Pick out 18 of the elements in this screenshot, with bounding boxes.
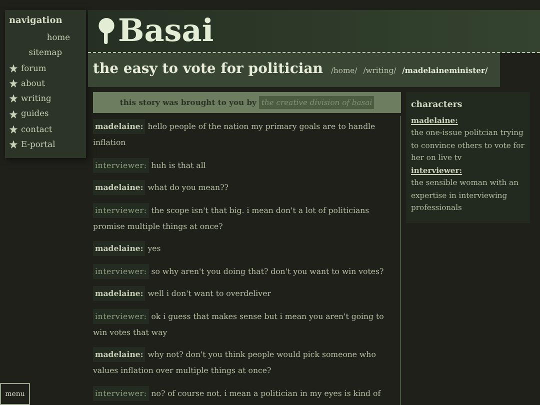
nav-link[interactable]: writing [9,91,82,106]
star-icon [9,64,18,73]
nav-link[interactable]: sitemap [28,45,62,61]
star-icon [9,124,18,134]
nav-link[interactable]: contact [9,122,82,138]
characters-heading: characters [411,99,464,112]
star-icon [9,140,18,150]
navigation-heading: navigation [9,16,64,26]
site-name[interactable]: Basai [118,16,214,46]
nav-link[interactable]: about [9,76,82,92]
nav-link[interactable]: home [46,30,70,46]
nav-link[interactable]: forum [9,60,82,76]
nav-link[interactable]: guides [9,106,82,122]
page-title: the easy to vote for politician [93,61,323,77]
star-icon [9,94,18,104]
star-icon [9,110,18,119]
star-icon [9,79,18,88]
nav-link[interactable]: E-portal [9,137,82,152]
